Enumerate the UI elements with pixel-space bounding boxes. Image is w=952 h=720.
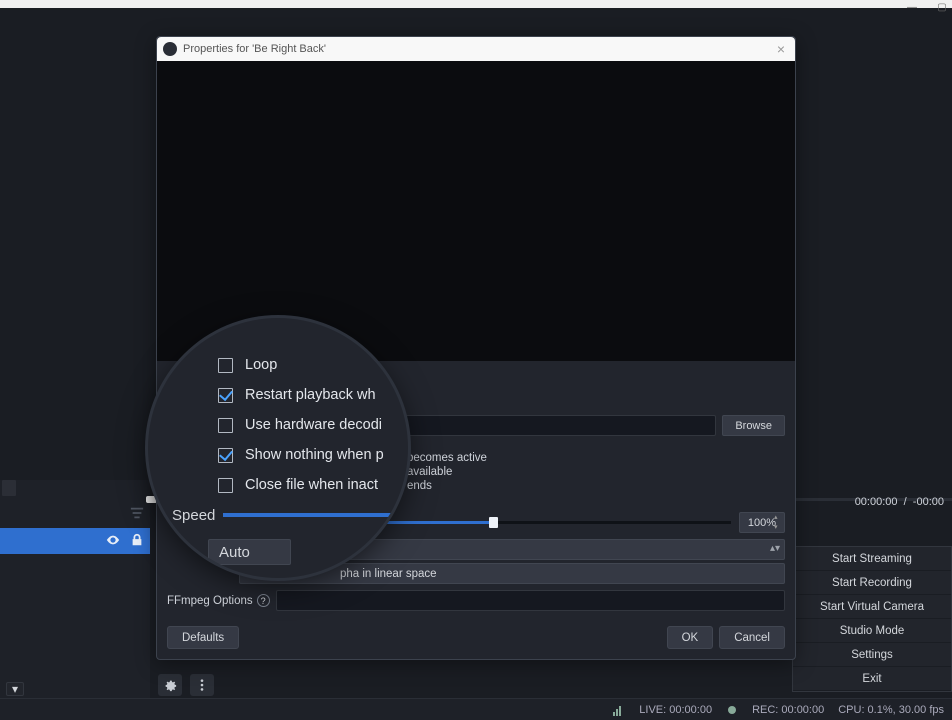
color-range-select-magnified[interactable]: Auto <box>208 539 291 565</box>
start-recording-button[interactable]: Start Recording <box>793 571 951 595</box>
more-icon[interactable] <box>190 674 214 696</box>
window-controls: — ▢ <box>906 2 948 12</box>
obs-icon <box>163 42 177 56</box>
file-label-fragment: ile <box>200 322 213 337</box>
network-icon <box>613 704 625 716</box>
hw-decode-checkbox[interactable]: Use hardware decodi <box>218 410 408 440</box>
preview-area <box>157 61 795 361</box>
close-icon[interactable]: × <box>773 41 789 57</box>
hw-hint: available <box>407 466 452 478</box>
range-label-fragment: ge <box>182 544 198 560</box>
restart-checkbox[interactable]: Restart playback wh <box>218 380 408 410</box>
ffmpeg-input[interactable] <box>276 590 785 611</box>
app-titlebar <box>0 0 952 8</box>
filter-icon[interactable] <box>130 506 144 522</box>
cancel-button[interactable]: Cancel <box>719 626 785 649</box>
source-thumbnail <box>2 480 16 496</box>
ends-hint: ends <box>407 480 432 492</box>
collapse-icon[interactable]: ▾ <box>6 682 24 696</box>
speed-slider-magnified[interactable] <box>223 513 408 517</box>
source-row-selected[interactable] <box>0 528 150 554</box>
lock-icon[interactable] <box>130 533 144 550</box>
restart-hint: becomes active <box>407 452 487 464</box>
start-streaming-button[interactable]: Start Streaming <box>793 547 951 571</box>
cpu-status: CPU: 0.1%, 30.00 fps <box>838 704 944 716</box>
controls-dock: Start Streaming Start Recording Start Vi… <box>792 546 952 692</box>
dialog-titlebar[interactable]: Properties for 'Be Right Back' × <box>157 37 795 61</box>
help-icon[interactable]: ? <box>257 594 270 607</box>
start-virtual-camera-button[interactable]: Start Virtual Camera <box>793 595 951 619</box>
gear-icon[interactable] <box>158 674 182 696</box>
record-icon <box>726 704 738 716</box>
dialog-title: Properties for 'Be Right Back' <box>183 43 326 55</box>
browse-button[interactable]: Browse <box>722 415 785 436</box>
speed-spinbox[interactable]: 100% ▴▾ <box>739 512 785 533</box>
live-status: LIVE: 00:00:00 <box>639 704 712 716</box>
minimize-icon[interactable]: — <box>906 2 918 12</box>
defaults-button[interactable]: Defaults <box>167 626 239 649</box>
y-label-fragment: Y <box>156 536 165 551</box>
studio-mode-button[interactable]: Studio Mode <box>793 619 951 643</box>
show-nothing-checkbox[interactable]: Show nothing when p <box>218 440 408 470</box>
visibility-icon[interactable] <box>106 533 120 550</box>
exit-button[interactable]: Exit <box>793 667 951 691</box>
sources-panel <box>0 480 150 700</box>
status-bar: LIVE: 00:00:00 REC: 00:00:00 CPU: 0.1%, … <box>0 698 952 720</box>
timecode-display: 00:00:00 / -00:00 <box>855 496 944 508</box>
speed-label: Speed <box>172 507 215 524</box>
dialog-footer: Defaults OK Cancel <box>167 626 785 649</box>
ok-button[interactable]: OK <box>667 626 714 649</box>
magnifier-lens: ile Loop Restart playback wh Use hardwar… <box>148 318 408 578</box>
settings-button[interactable]: Settings <box>793 643 951 667</box>
close-file-checkbox[interactable]: Close file when inact <box>218 470 408 500</box>
maximize-icon[interactable]: ▢ <box>936 2 948 12</box>
rec-status: REC: 00:00:00 <box>752 704 824 716</box>
loop-checkbox[interactable]: Loop <box>218 350 408 380</box>
ffmpeg-label: FFmpeg Options <box>167 595 257 607</box>
source-toolbar <box>158 674 214 696</box>
